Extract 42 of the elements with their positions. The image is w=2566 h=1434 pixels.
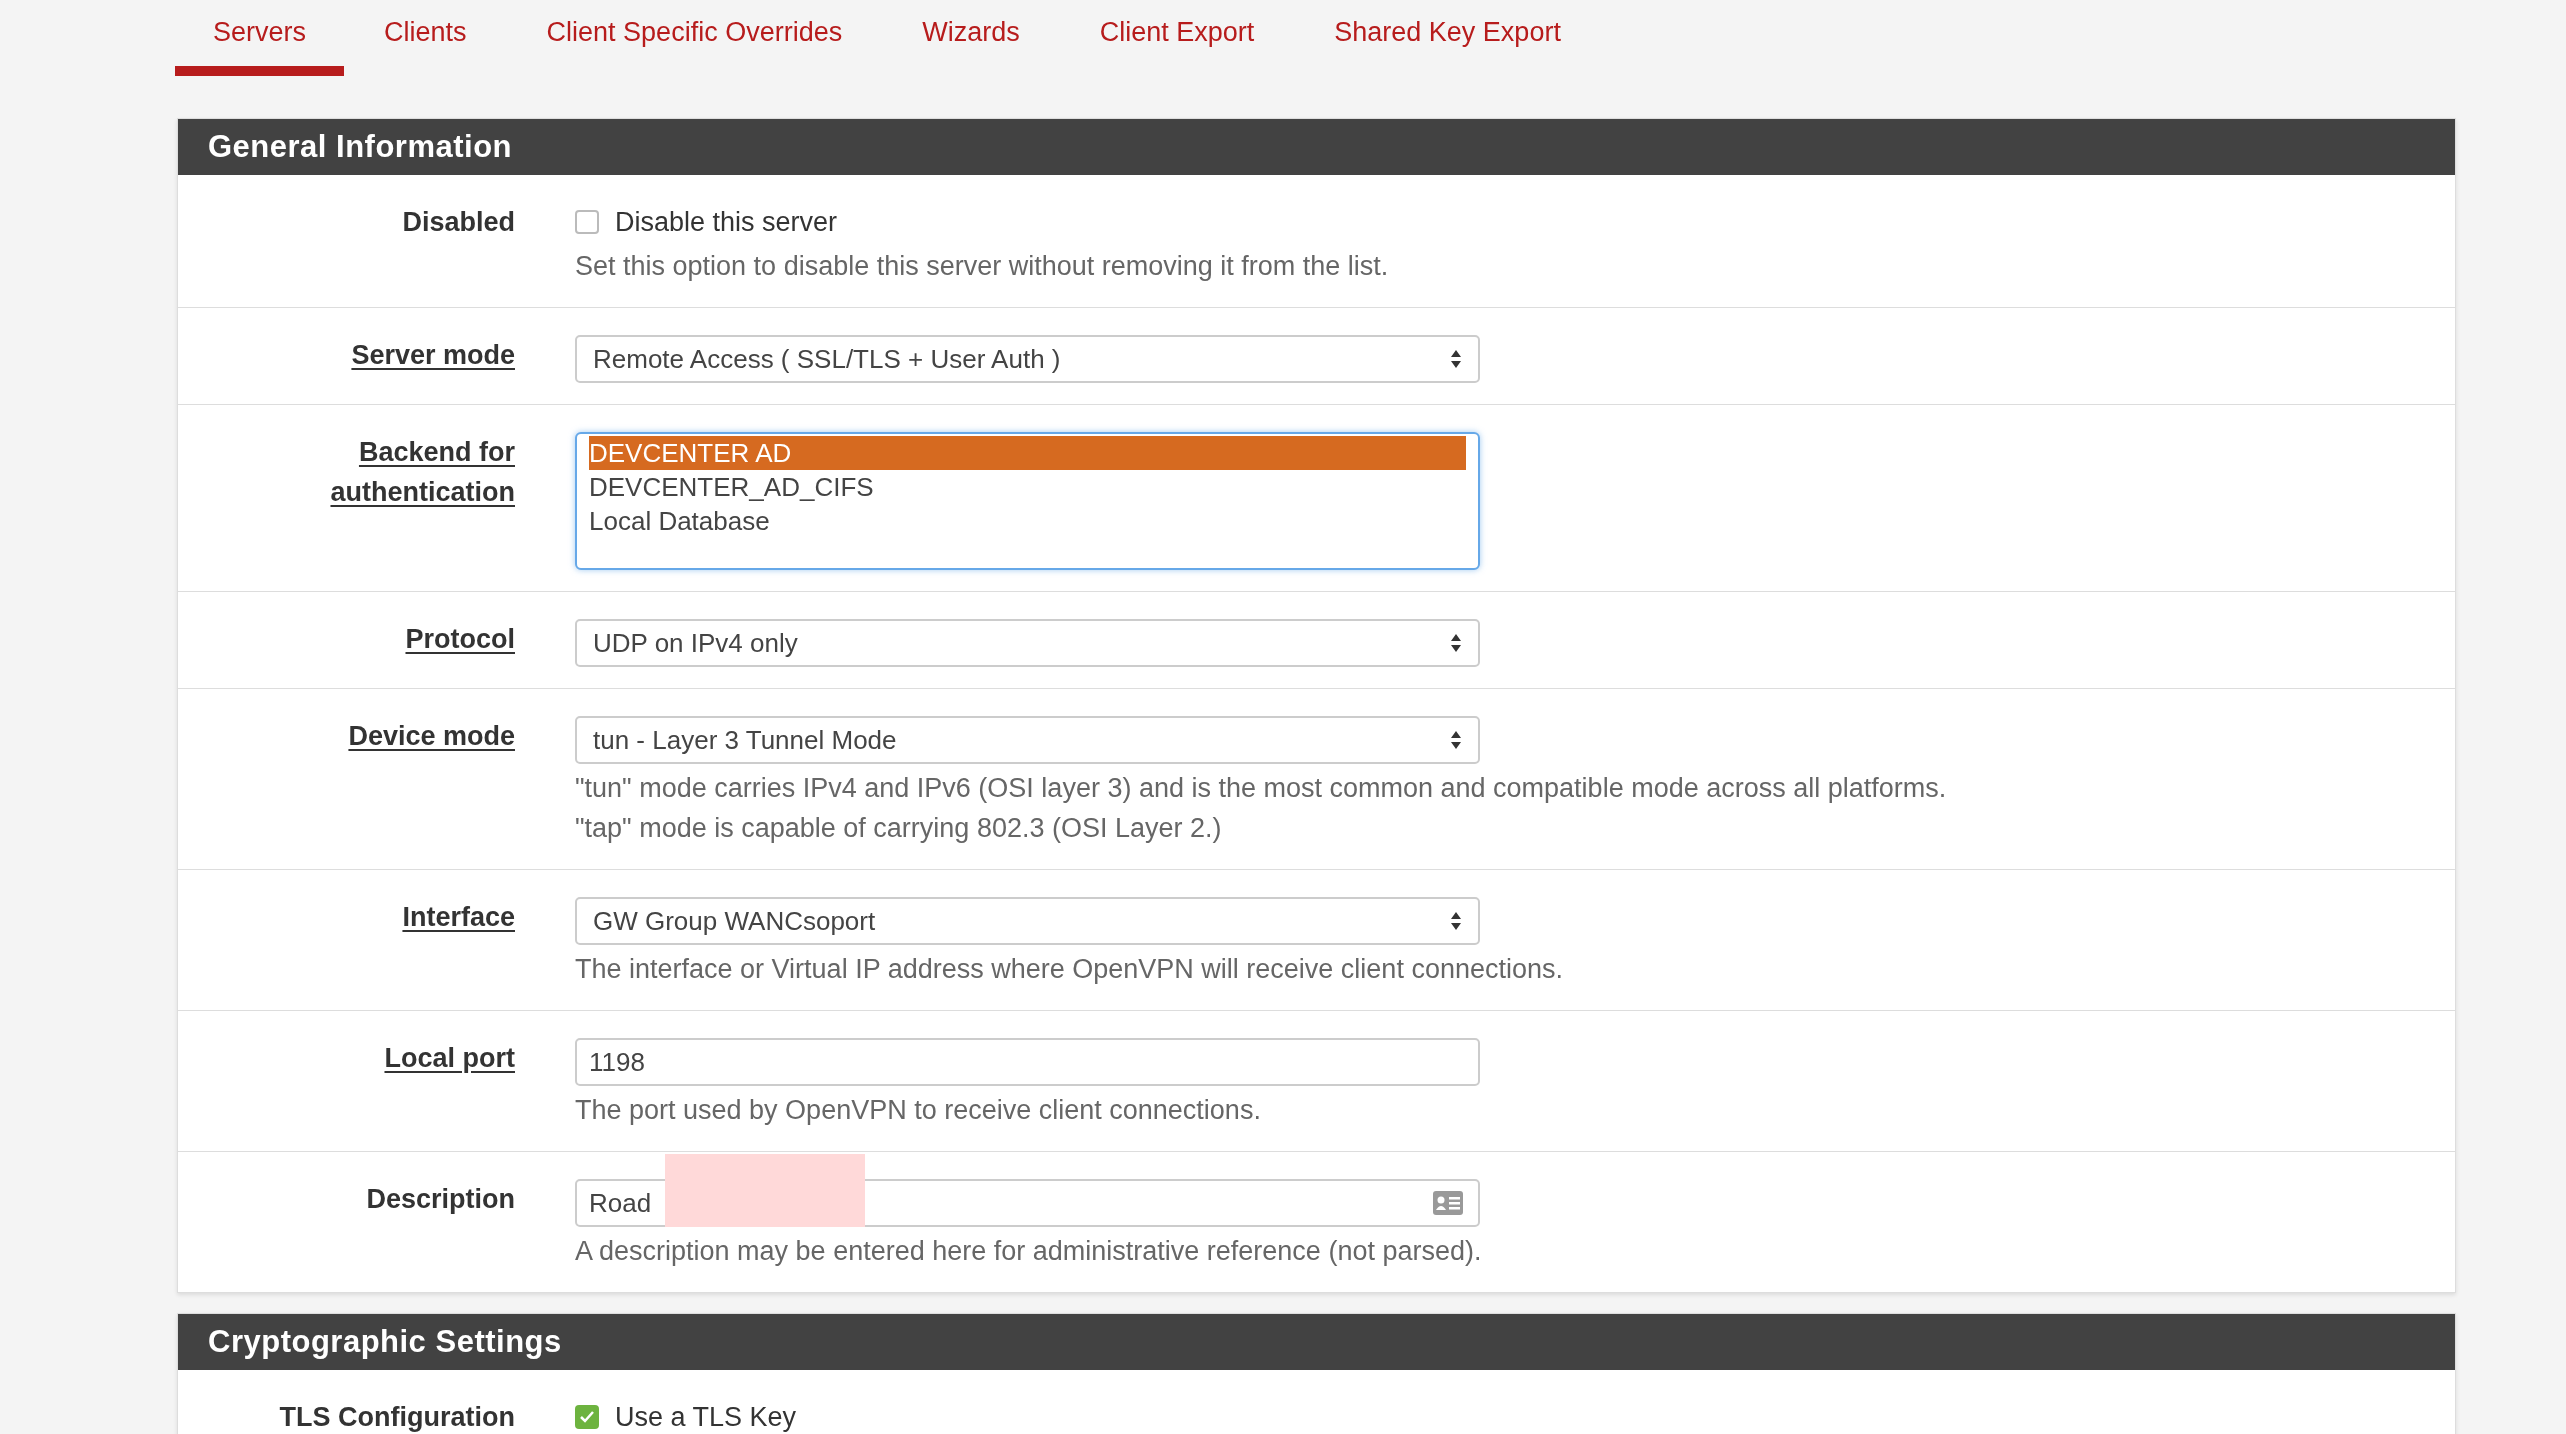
section-heading: General Information [178, 119, 2455, 175]
list-option[interactable]: DEVCENTER AD [589, 436, 1466, 470]
dropdown-arrows-icon [1450, 348, 1462, 370]
input-field[interactable]: 1198 [575, 1038, 1480, 1086]
tab[interactable]: Client Specific Overrides [506, 0, 883, 76]
dropdown-arrows-icon [1450, 729, 1462, 751]
field-label: Description [365, 1183, 516, 1216]
help-text: The port used by OpenVPN to receive client connections. [575, 1094, 1262, 1127]
select-dropdown[interactable]: tun - Layer 3 Tunnel Mode [575, 716, 1480, 764]
field-label-link[interactable]: Interface [178, 897, 575, 989]
checkbox[interactable] [575, 1405, 599, 1429]
help-text: The interface or Virtual IP address where OpenVPN will receive client connections. [575, 953, 1563, 986]
tab[interactable]: Client Export [1059, 0, 1295, 76]
tab[interactable]: Shared Key Export [1294, 0, 1601, 76]
field-label-link[interactable]: Local port [178, 1038, 575, 1130]
list-option[interactable]: Local Database [589, 504, 1466, 538]
multiselect-listbox[interactable]: DEVCENTER AD DEVCENTER_AD_CIFS Local Database [575, 432, 1480, 570]
select-dropdown[interactable]: Remote Access ( SSL/TLS + User Auth ) [575, 335, 1480, 383]
select-dropdown[interactable]: GW Group WANCsoport [575, 897, 1480, 945]
address-card-icon [1432, 1190, 1464, 1216]
tab[interactable]: Clients [344, 0, 507, 76]
field-label: TLS Configuration [278, 1401, 516, 1434]
help-text: "tap" mode is capable of carrying 802.3 (OSI Layer 2.) [575, 812, 1223, 845]
checkbox-label: Use a TLS Key [615, 1400, 797, 1434]
help-text: A description may be entered here for administrative reference (not parsed). [575, 1235, 1482, 1268]
tab[interactable]: Servers [175, 0, 345, 76]
dropdown-arrows-icon [1450, 632, 1462, 654]
help-text: Set this option to disable this server without removing it from the list. [575, 250, 1389, 283]
dropdown-arrows-icon [1450, 910, 1462, 932]
checkmark-icon [579, 1410, 595, 1424]
tab[interactable]: Wizards [882, 0, 1060, 76]
field-label-link[interactable]: Server mode [178, 335, 575, 383]
help-text: "tun" mode carries IPv4 and IPv6 (OSI layer 3) and is the most common and compatible mode across all platforms. [575, 772, 1947, 805]
select-dropdown[interactable]: UDP on IPv4 only [575, 619, 1480, 667]
section-heading: Cryptographic Settings [178, 1314, 2455, 1370]
checkbox[interactable] [575, 210, 599, 234]
field-label-link[interactable]: Backend for authentication [178, 432, 575, 570]
checkbox-label: Disable this server [615, 205, 838, 239]
field-label: Disabled [401, 206, 516, 239]
field-label-link[interactable]: Protocol [178, 619, 575, 667]
field-label-link[interactable]: Device mode [178, 716, 575, 848]
list-option[interactable]: DEVCENTER_AD_CIFS [589, 470, 1466, 504]
